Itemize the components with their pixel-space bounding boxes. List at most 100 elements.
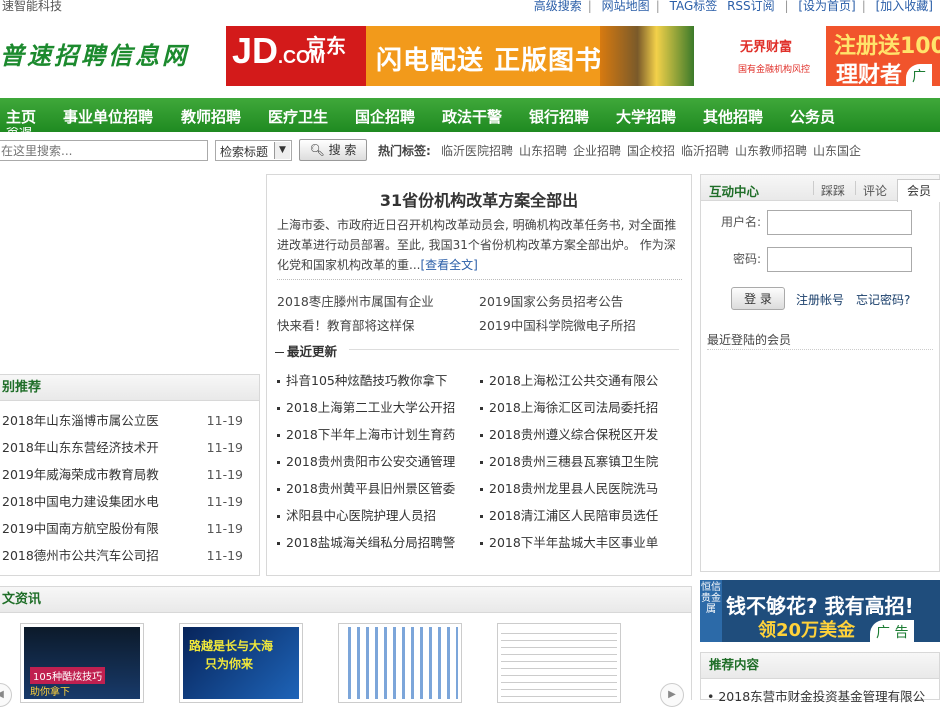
headline-panel: 31省份机构改革方案全部出 上海市委、市政府近日召开机构改革动员会, 明确机构改…: [266, 174, 692, 576]
advanced-search-link[interactable]: 高级搜索: [534, 0, 582, 13]
nav-bank[interactable]: 银行招聘: [529, 106, 589, 127]
rss-link[interactable]: RSS订阅: [727, 0, 775, 13]
list-item[interactable]: 2019年威海荣成市教育局教 11-19: [0, 461, 259, 488]
featured-link[interactable]: 2019国家公务员招考公告: [479, 291, 623, 310]
nav-other[interactable]: 其他招聘: [703, 106, 763, 127]
tab-member[interactable]: 会员: [897, 179, 940, 202]
nav-cut-item[interactable]: 资源: [6, 127, 32, 132]
ad-label: 广 告: [870, 620, 915, 642]
list-item[interactable]: 2018中国电力建设集团水电 11-19: [0, 488, 259, 515]
gold-banner-ad[interactable]: 恒信贵金属 钱不够花? 我有高招! 领20万美金 广 告: [700, 580, 940, 642]
hot-tag[interactable]: 国企校招: [627, 142, 675, 159]
ad-brand-vertical: 恒信贵金属: [700, 580, 722, 642]
panel-title: 推荐内容: [701, 653, 939, 679]
nav-teacher[interactable]: 教师招聘: [181, 106, 241, 127]
hot-tag[interactable]: 山东招聘: [519, 142, 567, 159]
featured-link[interactable]: 2018枣庄滕州市属国有企业: [277, 291, 434, 310]
image-thumb[interactable]: 路越是长与大海 只为你来: [179, 623, 303, 703]
nav-civil-servant[interactable]: 公务员: [790, 106, 835, 127]
password-label: 密码:: [733, 252, 762, 266]
hot-tag[interactable]: 山东教师招聘: [735, 142, 807, 159]
featured-link[interactable]: 2019中国科学院微电子所招: [479, 315, 636, 334]
nav-university[interactable]: 大学招聘: [616, 106, 676, 127]
set-homepage-link[interactable]: [设为首页]: [798, 0, 855, 13]
register-link[interactable]: 注册帐号: [796, 291, 844, 308]
image-news-panel: 文资讯 ◀ 105种酷炫技巧 助你拿下 路越是长与大海 只为你来 ▶: [0, 586, 692, 707]
username-label: 用户名:: [721, 215, 762, 229]
finance-banner-ad[interactable]: 无界财富 国有金融机构风控 注册送100 理财者 广: [736, 26, 940, 86]
list-item[interactable]: 2019中国南方航空股份有限 11-19: [0, 515, 259, 542]
search-type-select[interactable]: 检索标题 ▼: [215, 140, 292, 161]
search-bar: 检索标题 ▼ 🔍︎ 搜 索 热门标签: 临沂医院招聘 山东招聘 企业招聘 国企校…: [0, 138, 940, 164]
nav-home[interactable]: 主页: [6, 106, 36, 127]
news-item[interactable]: 2018盐城海关缉私分局招聘警: [277, 532, 473, 551]
hot-tag[interactable]: 临沂招聘: [681, 142, 729, 159]
recent-updates-title: 最近更新: [275, 341, 337, 360]
list-item[interactable]: 2018年山东淄博市属公立医 11-19: [0, 407, 259, 434]
username-field[interactable]: [767, 210, 912, 235]
prev-arrow-icon[interactable]: ◀: [0, 683, 12, 707]
site-company-text: 速智能科技: [2, 0, 63, 13]
finance-sub: 国有金融机构风控: [738, 65, 811, 75]
member-center-panel: 互动中心 踩踩 评论 会员 用户名: 密码: 登 录 注册帐号 忘记密码? 最近…: [700, 174, 940, 572]
add-favorite-link[interactable]: [加入收藏]: [876, 0, 933, 13]
news-item[interactable]: 2018下半年盐城大丰区事业单: [480, 532, 676, 551]
list-item[interactable]: 2018年山东东营经济技术开 11-19: [0, 434, 259, 461]
news-item[interactable]: 2018上海第二工业大学公开招: [277, 397, 473, 416]
search-input[interactable]: [0, 140, 208, 161]
special-recommend-panel: 别推荐 2018年山东淄博市属公立医 11-19 2018年山东东营经济技术开 11…: [0, 374, 260, 576]
list-item[interactable]: 2018德州市公共汽车公司招 11-19: [0, 542, 259, 569]
news-item[interactable]: 2018贵州三穗县瓦寨镇卫生院: [480, 451, 676, 470]
ad-label: 广: [906, 64, 932, 86]
sitemap-link[interactable]: 网站地图: [602, 0, 650, 13]
jd-logo-block: JD.COM 京东: [226, 26, 366, 86]
dropdown-arrow-icon: ▼: [274, 142, 290, 159]
chart-thumb[interactable]: [338, 623, 462, 703]
site-logo[interactable]: 普速招聘信息网: [0, 36, 189, 71]
news-item[interactable]: 2018贵州黄平县旧州景区管委: [277, 478, 473, 497]
finance-line2: 理财者: [836, 63, 903, 86]
login-button[interactable]: 登 录: [731, 287, 785, 310]
recommend-panel: 推荐内容 • 2018东营市财金投资基金管理有限公: [700, 652, 940, 704]
news-item[interactable]: 2018贵州遵义综合保税区开发: [480, 424, 676, 443]
recent-members-title: 最近登陆的会员: [707, 333, 792, 347]
image-thumb[interactable]: 105种酷炫技巧 助你拿下: [20, 623, 144, 703]
main-nav: 主页 事业单位招聘 教师招聘 医疗卫生 国企招聘 政法干警 银行招聘 大学招聘 …: [0, 98, 940, 132]
table-thumb[interactable]: [497, 623, 621, 703]
next-arrow-icon[interactable]: ▶: [660, 683, 684, 707]
news-item[interactable]: 2018上海松江公共交通有限公: [480, 370, 676, 389]
hot-tag[interactable]: 山东国企: [813, 142, 861, 159]
list-item[interactable]: • 2018东营市财金投资基金管理有限公: [707, 686, 925, 705]
headline-title[interactable]: 31省份机构改革方案全部出: [267, 187, 691, 211]
news-item[interactable]: 2018贵州龙里县人民医院洗马: [480, 478, 676, 497]
search-button[interactable]: 🔍︎ 搜 索: [299, 139, 367, 161]
news-item[interactable]: 2018下半年上海市计划生育药: [277, 424, 473, 443]
nav-medical[interactable]: 医疗卫生: [268, 106, 328, 127]
top-links: 高级搜索 | 网站地图 | TAG标签 RSS订阅 | [设为首页] | [加入收藏]: [533, 0, 933, 13]
tag-link[interactable]: TAG标签: [670, 0, 718, 13]
news-item[interactable]: 2018上海徐汇区司法局委托招: [480, 397, 676, 416]
tab-caicai[interactable]: 踩踩: [821, 182, 845, 199]
tab-comments[interactable]: 评论: [863, 182, 887, 199]
ad-line2: 领20万美金: [758, 620, 856, 641]
password-field[interactable]: [767, 247, 912, 272]
hot-tag[interactable]: 企业招聘: [573, 142, 621, 159]
news-item[interactable]: 抖音105种炫酷技巧教你拿下: [277, 370, 473, 389]
jd-cn-text: 京东: [306, 34, 346, 58]
jd-banner-ad[interactable]: JD.COM 京东 闪电配送 正版图书: [226, 26, 694, 86]
news-item[interactable]: 沭阳县中心医院护理人员招: [277, 505, 473, 524]
nav-public-institution[interactable]: 事业单位招聘: [63, 106, 153, 127]
forgot-password-link[interactable]: 忘记密码?: [856, 291, 910, 308]
books-image: [600, 26, 694, 86]
nav-state-enterprise[interactable]: 国企招聘: [355, 106, 415, 127]
read-more-link[interactable]: [查看全文]: [420, 258, 477, 272]
featured-link[interactable]: 快来看！教育部将这样保: [277, 315, 415, 334]
news-item[interactable]: 2018清江浦区人民陪审员选任: [480, 505, 676, 524]
nav-police[interactable]: 政法干警: [442, 106, 502, 127]
panel-title: 文资讯: [0, 587, 691, 613]
headline-summary: 上海市委、市政府近日召开机构改革动员会, 明确机构改革任务书, 对全面推进改革进…: [277, 218, 677, 272]
news-item[interactable]: 2018贵州贵阳市公安交通管理: [277, 451, 473, 470]
jd-slogan: 闪电配送 正版图书: [376, 46, 603, 76]
search-icon: 🔍︎: [309, 143, 325, 157]
hot-tag[interactable]: 临沂医院招聘: [441, 142, 513, 159]
